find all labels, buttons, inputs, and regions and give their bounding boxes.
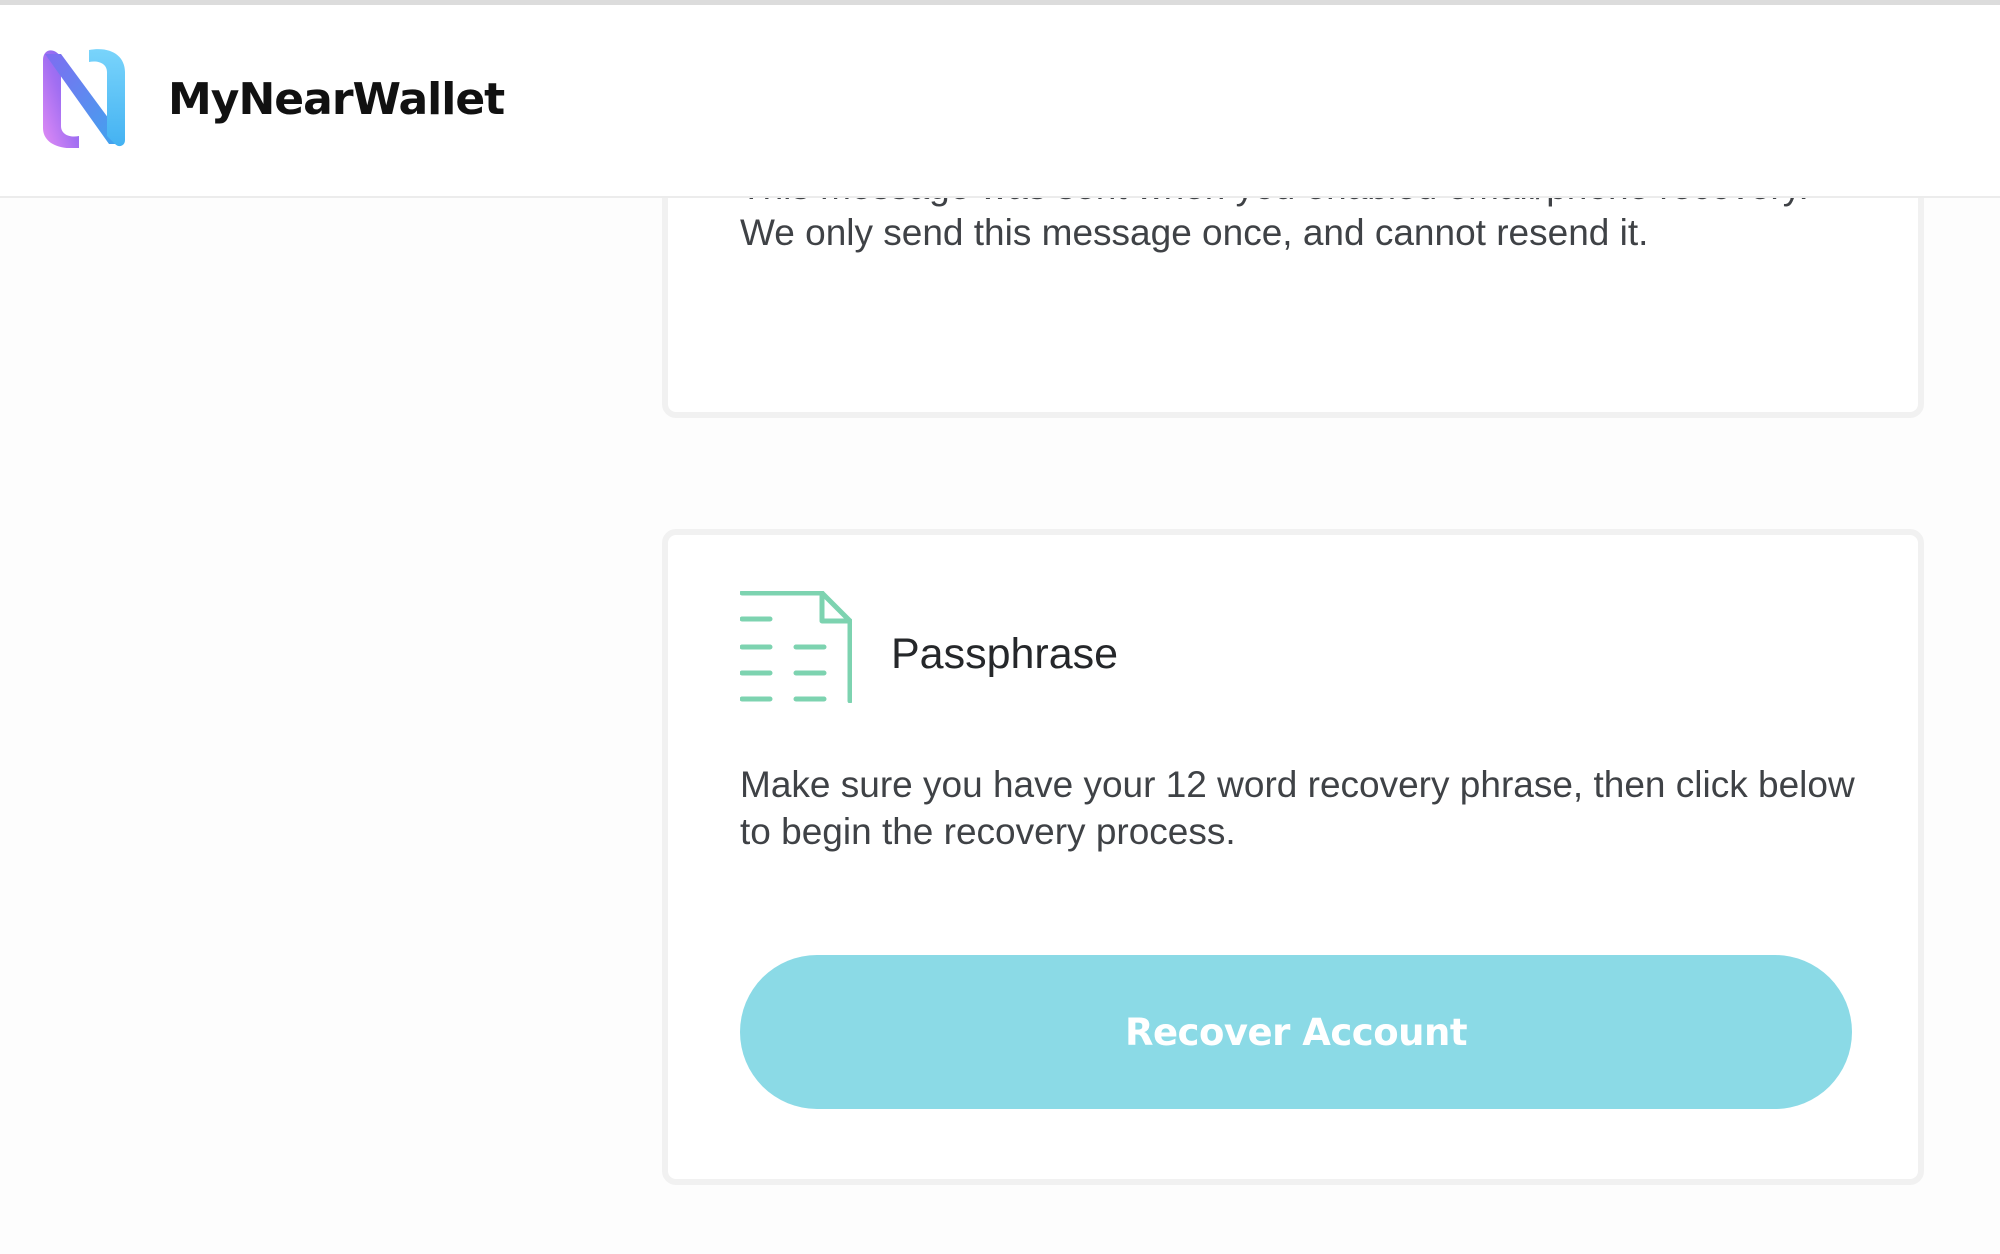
card-title: Passphrase: [891, 630, 1119, 678]
app-header: MyNearWallet: [0, 5, 2000, 198]
mynearwallet-logo-icon[interactable]: [39, 48, 127, 148]
card-description: Make sure you have your 12 word recovery…: [740, 764, 1855, 852]
recover-account-button[interactable]: Recover Account: [740, 955, 1852, 1109]
passphrase-recovery-card: Passphrase Make sure you have your 12 wo…: [662, 529, 1924, 1185]
app-name[interactable]: MyNearWallet: [168, 71, 505, 129]
document-icon: [740, 591, 852, 703]
